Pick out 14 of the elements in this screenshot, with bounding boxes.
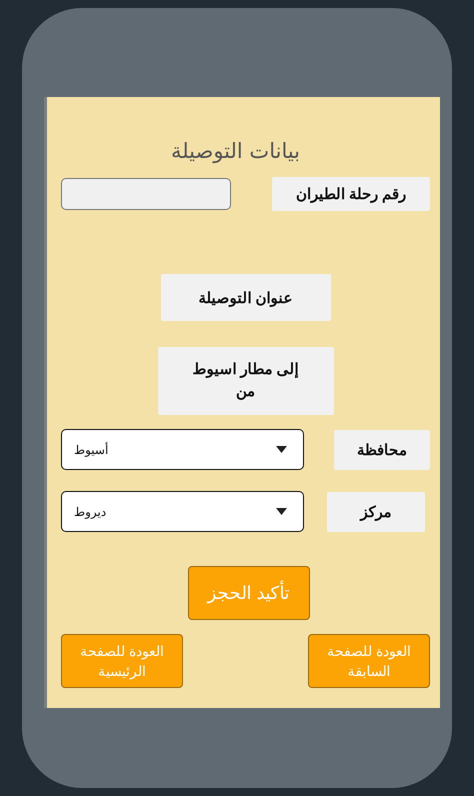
dropdown[interactable]: ديروط	[61, 491, 304, 532]
airport-label: إلى مطار اسيوط من	[158, 347, 334, 415]
back-button[interactable]: العودة للصفحة السابقة	[308, 634, 430, 688]
back-button[interactable]: العودة للصفحة الرئيسية	[61, 634, 183, 688]
field-label: مركز	[327, 492, 425, 532]
field-label: محافظة	[334, 430, 430, 470]
caret-icon	[276, 446, 287, 453]
field-label: رقم رحلة الطيران	[272, 177, 430, 211]
caret-icon	[276, 508, 287, 515]
confirm-button[interactable]: تأكيد الحجز	[188, 566, 310, 620]
page-title: بيانات التوصيلة	[170, 139, 302, 163]
input-field[interactable]	[61, 178, 231, 210]
section-label: عنوان التوصيلة	[160, 274, 330, 321]
dropdown[interactable]: أسيوط	[61, 429, 304, 470]
